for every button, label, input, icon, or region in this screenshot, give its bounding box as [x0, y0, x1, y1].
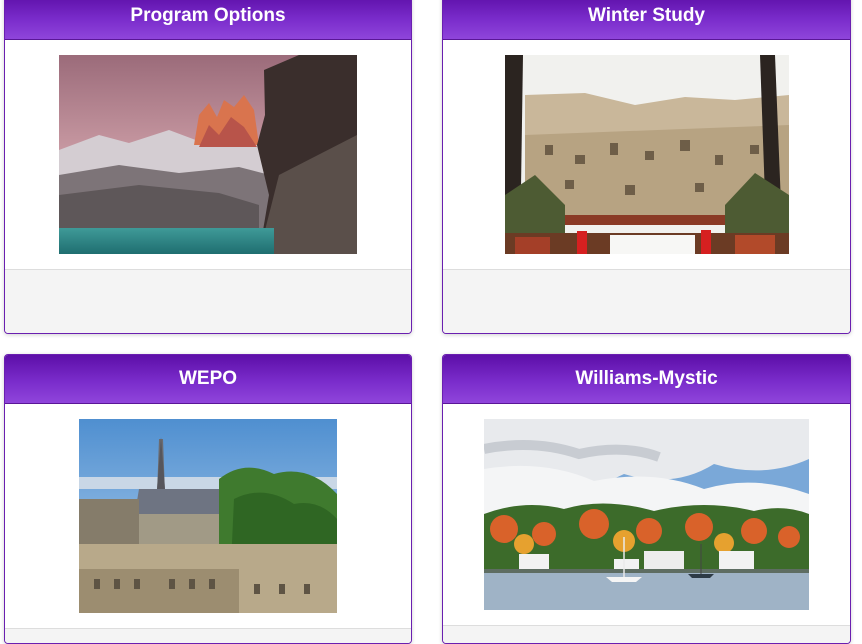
harbor-autumn-image — [484, 419, 809, 610]
panel-heading: Winter Study — [443, 0, 850, 40]
panel-wepo: WEPO — [4, 354, 412, 644]
oxford-city-image — [79, 419, 337, 613]
panel-heading: Program Options — [5, 0, 411, 40]
program-options-photo[interactable] — [59, 55, 357, 254]
panel-heading: WEPO — [5, 355, 411, 404]
panel-title[interactable]: Program Options — [130, 0, 285, 37]
panel-williams-mystic: Williams-Mystic — [442, 354, 851, 644]
panel-title[interactable]: Williams-Mystic — [575, 355, 717, 403]
panel-title[interactable]: WEPO — [179, 355, 237, 403]
panel-program-options: Program Options — [4, 0, 412, 334]
panel-footer — [5, 270, 411, 333]
williams-mystic-photo[interactable] — [484, 419, 809, 610]
panel-body — [5, 40, 411, 270]
panel-winter-study: Winter Study — [442, 0, 851, 334]
panel-footer — [443, 270, 850, 333]
panel-footer — [5, 629, 411, 643]
panel-body — [5, 404, 411, 629]
wepo-photo[interactable] — [79, 419, 337, 613]
panel-body — [443, 404, 850, 626]
panel-title[interactable]: Winter Study — [588, 0, 705, 37]
cave-city-image — [505, 55, 789, 254]
panel-body — [443, 40, 850, 270]
panel-footer — [443, 626, 850, 643]
mountain-lake-image — [59, 55, 357, 254]
winter-study-photo[interactable] — [505, 55, 789, 254]
panel-heading: Williams-Mystic — [443, 355, 850, 404]
